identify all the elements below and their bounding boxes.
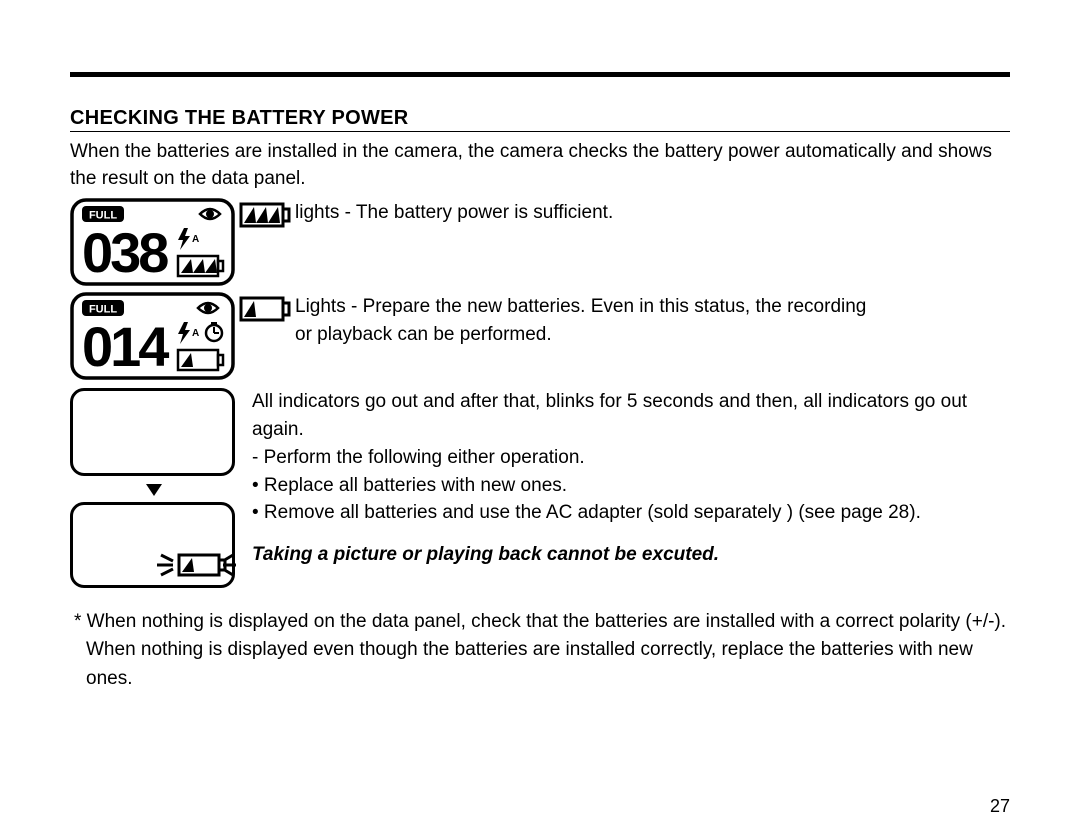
arrow-down-icon — [146, 484, 162, 496]
battery-blink-icon — [179, 555, 225, 575]
lcd-panel-full: FULL 038 A — [70, 198, 237, 286]
svg-text:038: 038 — [82, 221, 168, 284]
svg-text:A: A — [192, 234, 199, 245]
status-empty-bullet1: • Replace all batteries with new ones. — [252, 472, 1010, 500]
manual-page: CHECKING THE BATTERY POWER When the batt… — [0, 72, 1080, 837]
lcd-panel-blank-1 — [70, 388, 235, 476]
status-empty-line2: - Perform the following either operation… — [252, 444, 1010, 472]
status-low-text: Lights - Prepare the new batteries. Even… — [295, 292, 866, 348]
inline-battery-low-icon — [237, 292, 295, 327]
intro-text: When the batteries are installed in the … — [70, 138, 1010, 192]
status-empty-bullet2: • Remove all batteries and use the AC ad… — [252, 499, 1010, 527]
status-block-full: FULL 038 A — [70, 198, 1010, 286]
lcd-panel-blank-2 — [70, 502, 235, 588]
top-rule — [70, 72, 1010, 77]
status-low-line1: Lights - Prepare the new batteries. Even… — [295, 296, 866, 317]
status-low-line2: or playback can be performed. — [295, 324, 552, 345]
svg-text:FULL: FULL — [89, 210, 117, 222]
status-block-low: FULL 014 A — [70, 292, 1010, 380]
status-empty-line1: All indicators go out and after that, bl… — [252, 388, 1010, 443]
status-full-text: lights - The battery power is sufficient… — [295, 198, 613, 227]
footnote: * When nothing is displayed on the data … — [70, 608, 1010, 692]
status-empty-warning: Taking a picture or playing back cannot … — [252, 541, 1010, 569]
section-heading: CHECKING THE BATTERY POWER — [70, 107, 1010, 132]
blink-rays-icon — [157, 555, 236, 575]
svg-text:014: 014 — [82, 315, 169, 378]
lcd-panel-empty-sequence — [70, 388, 237, 596]
svg-text:A: A — [192, 328, 199, 339]
svg-text:FULL: FULL — [89, 304, 117, 316]
page-number: 27 — [990, 796, 1010, 817]
footnote-text: * When nothing is displayed on the data … — [70, 608, 1010, 692]
inline-battery-full-icon — [237, 198, 295, 233]
status-block-empty: All indicators go out and after that, bl… — [70, 388, 1010, 596]
lcd-panel-low: FULL 014 A — [70, 292, 237, 380]
